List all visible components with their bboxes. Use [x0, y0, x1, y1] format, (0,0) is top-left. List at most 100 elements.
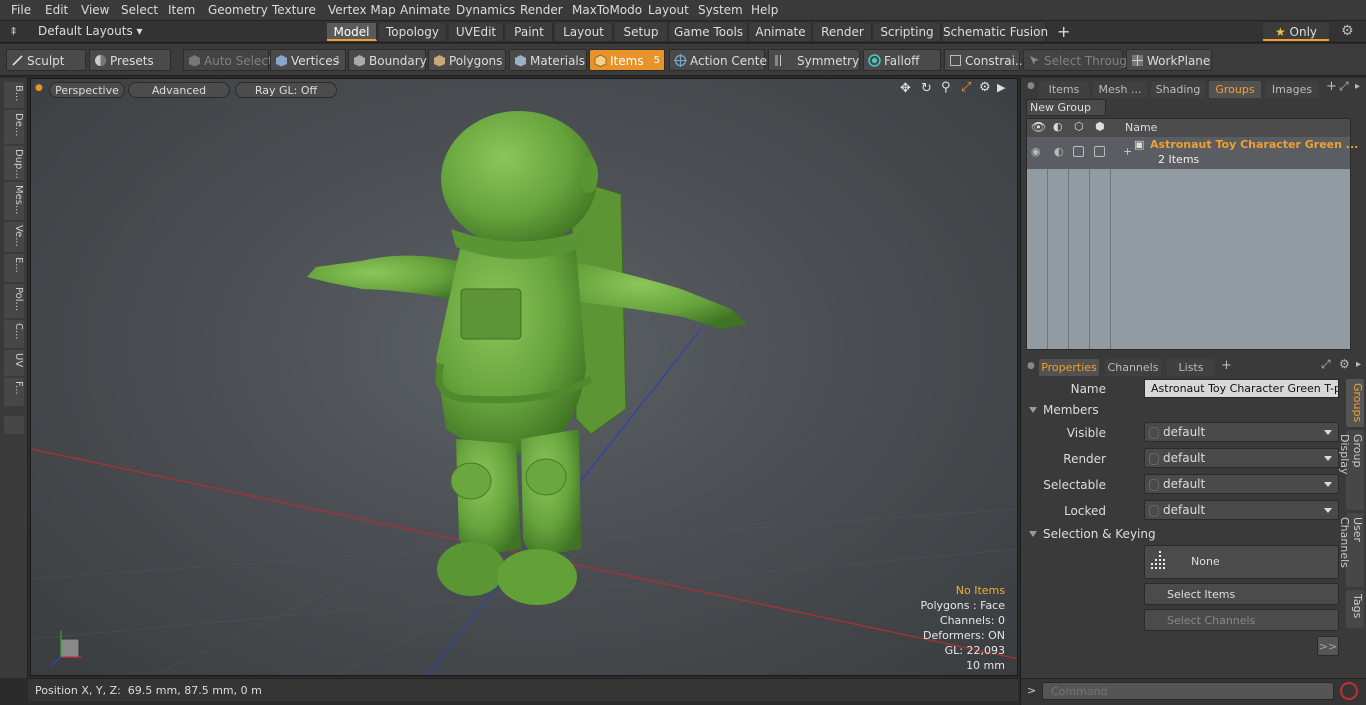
astronaut-model[interactable]: [307, 111, 747, 605]
side-tab-group-display[interactable]: Group Display: [1338, 430, 1364, 510]
viewport-menu-icon[interactable]: ●: [35, 83, 43, 93]
tab-layout[interactable]: Layout: [555, 23, 613, 41]
tab-images[interactable]: Images: [1265, 81, 1319, 98]
row-select-box[interactable]: [1094, 146, 1105, 157]
visible-dropdown[interactable]: default: [1144, 422, 1339, 442]
tab-deform[interactable]: De...: [4, 110, 24, 144]
shading-mode-button[interactable]: Advanced: [128, 82, 230, 98]
tab-edge[interactable]: E...: [4, 254, 24, 282]
constraints-button[interactable]: Constrai...: [944, 49, 1026, 71]
tab-lists[interactable]: Lists: [1167, 359, 1215, 376]
menu-dynamics[interactable]: Dynamics: [456, 3, 515, 17]
panel-maximize-icon[interactable]: ⤢: [1339, 79, 1349, 94]
menu-edit[interactable]: Edit: [45, 3, 68, 17]
members-section[interactable]: Members: [1029, 403, 1099, 417]
menu-render[interactable]: Render: [520, 3, 563, 17]
tab-uvedit[interactable]: UVEdit: [449, 23, 504, 41]
props-maximize-icon[interactable]: ⤢: [1321, 357, 1331, 372]
select-channels-button[interactable]: Select Channels: [1144, 609, 1339, 631]
collapse-arrow-icon[interactable]: ⇞: [9, 25, 18, 38]
tab-properties[interactable]: Properties: [1039, 359, 1099, 376]
maximize-icon[interactable]: ⤢: [961, 80, 971, 95]
rotate-view-icon[interactable]: ↻: [921, 81, 932, 96]
tab-setup[interactable]: Setup: [615, 23, 668, 41]
tab-mesh-edit[interactable]: Mes...: [4, 182, 24, 220]
sculpt-button[interactable]: Sculpt: [6, 49, 86, 71]
selectable-dropdown[interactable]: default: [1144, 474, 1339, 494]
props-gear-icon[interactable]: ⚙: [1339, 357, 1350, 371]
tab-game-tools[interactable]: Game Tools: [670, 23, 748, 41]
tab-polygon[interactable]: Pol...: [4, 284, 24, 318]
menu-vertex-map[interactable]: Vertex Map: [328, 3, 396, 17]
add-tab-icon[interactable]: +: [1057, 22, 1070, 41]
render-dropdown[interactable]: default: [1144, 448, 1339, 468]
name-field[interactable]: [1144, 379, 1339, 398]
tab-model[interactable]: Model: [327, 23, 377, 41]
tab-basic[interactable]: B...: [4, 82, 24, 108]
tab-schematic-fusion[interactable]: Schematic Fusion: [943, 23, 1048, 41]
record-icon[interactable]: [1340, 682, 1358, 700]
auto-select-button[interactable]: Auto Select: [183, 49, 273, 71]
viewport-gear-icon[interactable]: ⚙: [979, 80, 991, 95]
3d-viewport[interactable]: ● Perspective Advanced Ray GL: Off ✥ ↻ ⚲…: [30, 78, 1018, 676]
boundary-button[interactable]: Boundary: [348, 49, 427, 71]
expand-plus-icon[interactable]: +: [1123, 145, 1132, 158]
tab-shading[interactable]: Shading: [1151, 81, 1205, 98]
new-group-button[interactable]: New Group: [1026, 99, 1106, 116]
action-center-button[interactable]: Action Center: [669, 49, 772, 71]
add-panel-tab-icon[interactable]: +: [1326, 79, 1337, 94]
items-button[interactable]: Items 5: [589, 49, 665, 71]
tab-vertex[interactable]: Ve...: [4, 222, 24, 252]
menu-view[interactable]: View: [81, 3, 109, 17]
tab-mesh[interactable]: Mesh ...: [1093, 81, 1147, 98]
panel-arrow-icon[interactable]: ▸: [1355, 81, 1360, 92]
tab-scripting[interactable]: Scripting: [874, 23, 941, 41]
group-row[interactable]: ◉ ◐ + ▣ Astronaut Toy Character Green ..…: [1027, 137, 1358, 169]
menu-maxtomodo[interactable]: MaxToModo: [572, 3, 642, 17]
eye-icon[interactable]: 👁: [1031, 120, 1046, 134]
tab-topology[interactable]: Topology: [379, 23, 447, 41]
props-menu-icon[interactable]: ●: [1027, 361, 1035, 371]
menu-file[interactable]: File: [11, 3, 31, 17]
layouts-dropdown[interactable]: Default Layouts ▾: [38, 24, 143, 38]
select-icon[interactable]: ⬢: [1095, 120, 1105, 133]
row-eye-icon[interactable]: ◉: [1031, 145, 1041, 158]
raygl-button[interactable]: Ray GL: Off: [235, 82, 337, 98]
move-view-icon[interactable]: ✥: [900, 81, 911, 96]
tab-extra[interactable]: [4, 416, 24, 434]
symmetry-button[interactable]: Symmetry: [768, 49, 860, 71]
tab-items[interactable]: Items: [1039, 81, 1089, 98]
view-mode-button[interactable]: Perspective: [49, 82, 125, 98]
more-button[interactable]: >>: [1317, 636, 1339, 656]
tab-fusion[interactable]: F...: [4, 378, 24, 406]
select-through-button[interactable]: Select Through: [1023, 49, 1135, 71]
menu-geometry[interactable]: Geometry: [208, 3, 268, 17]
falloff-button[interactable]: Falloff: [863, 49, 941, 71]
select-items-button[interactable]: Select Items: [1144, 583, 1339, 605]
selection-keying-section[interactable]: Selection & Keying: [1029, 527, 1156, 541]
tab-groups[interactable]: Groups: [1209, 81, 1261, 98]
menu-item[interactable]: Item: [168, 3, 195, 17]
tab-uv[interactable]: UV: [4, 350, 24, 376]
tab-render[interactable]: Render: [814, 23, 872, 41]
locked-dropdown[interactable]: default: [1144, 500, 1339, 520]
menu-select[interactable]: Select: [121, 3, 158, 17]
side-tab-user-channels[interactable]: User Channels: [1338, 513, 1364, 587]
name-column-header[interactable]: Name: [1125, 121, 1157, 134]
command-input[interactable]: [1042, 682, 1334, 700]
vertices-button[interactable]: Vertices 1: [270, 49, 346, 71]
lock-icon[interactable]: ⬡: [1074, 120, 1084, 133]
row-render-icon[interactable]: ◐: [1054, 145, 1064, 158]
tab-animate[interactable]: Animate: [750, 23, 812, 41]
tab-channels[interactable]: Channels: [1105, 359, 1161, 376]
side-tab-groups[interactable]: Groups: [1346, 379, 1364, 427]
tab-paint[interactable]: Paint: [506, 23, 553, 41]
zoom-view-icon[interactable]: ⚲: [941, 80, 951, 95]
menu-layout[interactable]: Layout: [648, 3, 689, 17]
menu-texture[interactable]: Texture: [272, 3, 316, 17]
materials-button[interactable]: Materials: [509, 49, 587, 71]
panel-menu-icon[interactable]: ●: [1027, 81, 1035, 91]
tab-duplicate[interactable]: Dup...: [4, 146, 24, 180]
polygons-button[interactable]: Polygons: [428, 49, 506, 71]
row-lock-box[interactable]: [1073, 146, 1084, 157]
